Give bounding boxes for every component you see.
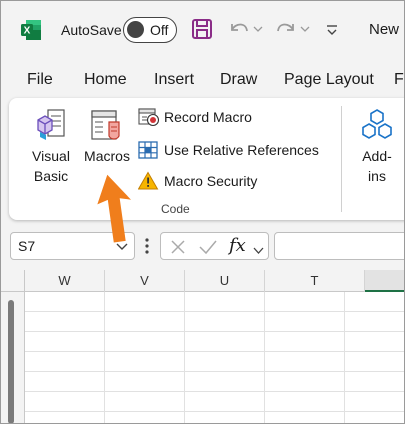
tab-file[interactable]: File: [27, 71, 53, 89]
svg-text:X: X: [24, 26, 31, 37]
save-icon[interactable]: [191, 16, 213, 42]
formula-input[interactable]: [274, 232, 405, 260]
autosave-state: Off: [150, 22, 169, 38]
column-header[interactable]: T: [265, 270, 365, 292]
tab-insert[interactable]: Insert: [154, 71, 194, 89]
row-header-column: [0, 292, 25, 424]
tab-page-layout[interactable]: Page Layout: [284, 71, 374, 89]
cancel-icon[interactable]: [169, 238, 187, 261]
column-header-row: W V U T: [0, 270, 405, 292]
redo-dropdown-chevron-icon[interactable]: [299, 16, 311, 42]
select-all-corner[interactable]: [0, 270, 25, 292]
add-ins-button[interactable]: Add-ins: [355, 108, 399, 186]
cell-area[interactable]: [25, 292, 405, 424]
use-relative-references-label: Use Relative References: [164, 142, 319, 158]
group-divider: [341, 106, 342, 212]
excel-logo-icon: X: [20, 19, 42, 41]
visual-basic-button[interactable]: Visual Basic: [25, 108, 77, 186]
visual-basic-label: Visual Basic: [32, 148, 70, 184]
tab-formulas[interactable]: Fo: [394, 71, 405, 89]
column-header[interactable]: U: [185, 270, 265, 292]
relative-references-icon: [138, 141, 158, 159]
macros-icon: [91, 110, 120, 140]
ribbon-panel: Visual Basic Macros Record Macro Use Rel…: [9, 98, 405, 220]
redo-icon[interactable]: [274, 16, 298, 42]
enter-check-icon[interactable]: [198, 238, 218, 261]
tab-home[interactable]: Home: [84, 71, 127, 89]
autosave-label: AutoSave: [61, 22, 122, 38]
record-macro-label: Record Macro: [164, 109, 252, 125]
name-box-chevron-icon[interactable]: [116, 243, 128, 251]
worksheet-grid: W V U T: [0, 270, 405, 424]
ribbon-tabs: File Home Insert Draw Page Layout Fo: [0, 62, 405, 98]
macro-security-label: Macro Security: [164, 173, 258, 189]
add-ins-icon: [362, 109, 392, 139]
autosave-toggle[interactable]: Off: [123, 17, 177, 43]
toggle-knob: [127, 21, 144, 38]
fx-dropdown-chevron-icon[interactable]: [253, 242, 264, 260]
customize-toolbar-icon[interactable]: [325, 16, 339, 42]
pointer-arrow-icon: [97, 174, 131, 243]
insert-function-icon[interactable]: fx: [229, 235, 246, 256]
title-bar: X AutoSave Off New: [0, 0, 405, 62]
undo-dropdown-chevron-icon[interactable]: [252, 16, 264, 42]
column-header-selected[interactable]: [365, 270, 405, 292]
column-header[interactable]: W: [25, 270, 105, 292]
vertical-scrollbar[interactable]: [8, 300, 14, 424]
more-options-dots-icon[interactable]: [145, 237, 149, 260]
tab-draw[interactable]: Draw: [220, 71, 257, 89]
name-box-value: S7: [18, 238, 36, 254]
code-group-label: Code: [161, 202, 190, 216]
undo-icon[interactable]: [227, 16, 251, 42]
document-name: New: [369, 21, 400, 38]
add-ins-label: Add-ins: [362, 148, 392, 184]
record-macro-icon: [138, 108, 160, 127]
macros-button[interactable]: Macros: [79, 108, 135, 166]
warning-icon: [138, 171, 159, 190]
macros-label: Macros: [84, 148, 130, 164]
visual-basic-icon: [37, 109, 65, 140]
formula-buttons: fx: [160, 232, 269, 260]
column-header[interactable]: V: [105, 270, 185, 292]
